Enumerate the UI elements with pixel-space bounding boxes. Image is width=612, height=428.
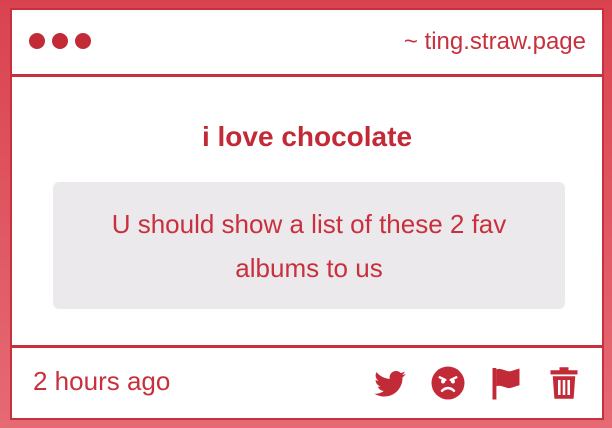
site-domain: ~ ting.straw.page (403, 28, 586, 55)
message-card: ~ ting.straw.page i love chocolate U sho… (10, 8, 604, 420)
answer-box: U should show a list of these 2 fav albu… (53, 182, 565, 309)
window-controls (29, 33, 91, 49)
window-titlebar: ~ ting.straw.page (12, 10, 602, 77)
timestamp: 2 hours ago (33, 366, 171, 396)
window-dot (29, 33, 45, 49)
question-text: i love chocolate (201, 121, 413, 152)
angry-face-icon[interactable] (430, 365, 466, 401)
twitter-icon[interactable] (372, 365, 408, 401)
trash-icon[interactable] (546, 365, 582, 401)
flag-icon[interactable] (488, 365, 524, 401)
card-footer: 2 hours ago (12, 345, 602, 418)
action-bar (372, 365, 582, 401)
window-dot (52, 33, 68, 49)
answer-text: U should show a list of these 2 fav albu… (111, 209, 507, 283)
window-dot (75, 33, 91, 49)
